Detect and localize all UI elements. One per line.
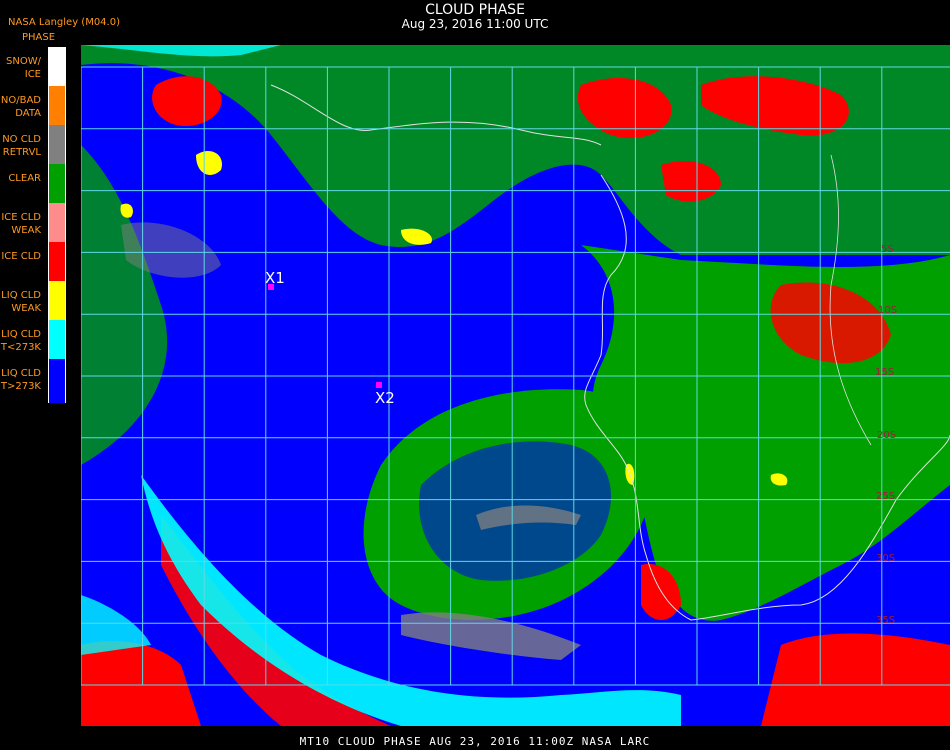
legend-item-ice-cld-weak: ICE CLD WEAK (0, 203, 66, 247)
legend-label: CLEAR (8, 173, 41, 184)
legend-heading: PHASE (22, 32, 56, 43)
lat-label-10s: 10S (878, 305, 897, 316)
lat-label-25s: 25S (876, 491, 895, 502)
legend-item-no-bad-data: NO/BAD DATA (0, 86, 66, 130)
image-title: CLOUD PHASE (425, 2, 525, 18)
legend-item-clear: CLEAR (0, 164, 66, 208)
legend-item-ice-cld: ICE CLD (0, 242, 66, 286)
image-timestamp: Aug 23, 2016 11:00 UTC (401, 17, 549, 31)
legend-label: ICE CLD (1, 251, 41, 262)
marker-x1-label: X1 (265, 269, 285, 287)
cloud-phase-map: 5S 10S 15S 20S 25S 30S 35S X1 X2 (81, 45, 950, 726)
lat-label-5s: 5S (881, 244, 894, 255)
legend-label: NO/BAD DATA (0, 95, 41, 119)
lat-label-30s: 30S (876, 553, 895, 564)
legend-swatch (48, 47, 66, 91)
legend-label: ICE CLD WEAK (1, 212, 41, 236)
legend-swatch (48, 281, 66, 325)
legend-label: NO CLD RETRVL (2, 134, 41, 158)
legend-label: LIQ CLD WEAK (1, 290, 41, 314)
legend-swatch (48, 125, 66, 169)
marker-x2-label: X2 (375, 389, 395, 407)
legend-item-liq-cld-weak: LIQ CLD WEAK (0, 281, 66, 325)
marker-x2-point (376, 382, 382, 388)
lat-label-35s: 35S (876, 615, 895, 626)
map-canvas: 5S 10S 15S 20S 25S 30S 35S X1 X2 (81, 45, 950, 726)
ice-cloud-south-east (761, 633, 950, 726)
legend-swatch (48, 164, 66, 208)
legend-item-snow-ice: SNOW/ ICE (0, 47, 66, 91)
legend-swatch (48, 359, 66, 403)
footer-caption: MT10 CLOUD PHASE AUG 23, 2016 11:00Z NAS… (299, 735, 651, 748)
legend-swatch (48, 242, 66, 286)
legend-label: SNOW/ ICE (6, 56, 41, 80)
legend-item-no-cld-retrvl: NO CLD RETRVL (0, 125, 66, 169)
legend-swatch (48, 320, 66, 364)
legend-item-liq-cld-warm: LIQ CLD T>273K (0, 359, 66, 403)
legend-swatch (48, 203, 66, 247)
legend-label: LIQ CLD T>273K (0, 368, 41, 392)
legend-item-liq-cld-cold: LIQ CLD T<273K (0, 320, 66, 364)
lat-label-15s: 15S (875, 367, 894, 378)
legend-label: LIQ CLD T<273K (0, 329, 41, 353)
legend-swatch (48, 86, 66, 130)
lat-label-20s: 20S (877, 430, 896, 441)
